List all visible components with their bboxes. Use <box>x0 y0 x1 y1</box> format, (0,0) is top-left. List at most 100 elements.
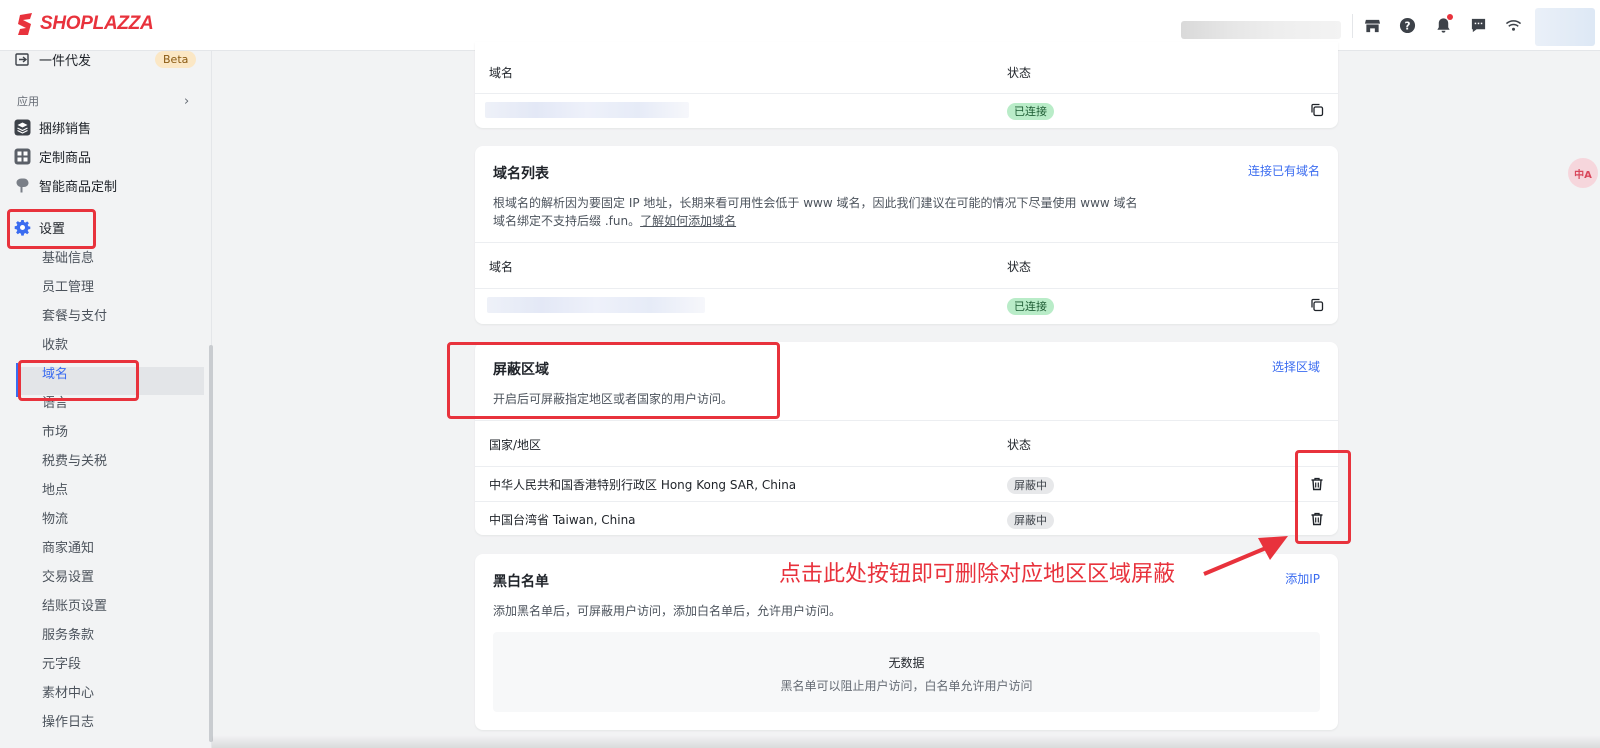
domain-list-card: 域名列表 连接已有域名 根域名的解析因为要固定 IP 地址，长期来看可用性会低于… <box>475 146 1338 324</box>
notification-dot <box>1447 14 1453 20</box>
card-title: 黑白名单 <box>493 574 549 590</box>
annotation-text: 点击此处按钮即可删除对应地区区域屏蔽 <box>779 562 1176 587</box>
message-icon[interactable] <box>1469 16 1487 34</box>
divider <box>475 288 1338 289</box>
store-name-redacted <box>1181 21 1341 39</box>
help-icon[interactable]: ? <box>1398 16 1416 34</box>
header-divider <box>1352 14 1353 38</box>
sidebar-subitem[interactable]: 素材中心 <box>0 677 204 705</box>
sidebar-subitem-label: 基础信息 <box>42 250 95 266</box>
status-badge: 已连接 <box>1007 298 1054 315</box>
sidebar-subitem[interactable]: 服务条款 <box>0 619 204 647</box>
sidebar-subitem[interactable]: 结账页设置 <box>0 590 204 618</box>
sidebar-subitem-label: 素材中心 <box>42 685 95 701</box>
connect-existing-domain-link[interactable]: 连接已有域名 <box>1248 162 1320 179</box>
sidebar-subitem[interactable]: 基础信息 <box>0 242 204 270</box>
sidebar-item-bundle[interactable]: 捆绑销售 <box>0 113 204 141</box>
sidebar-subitem[interactable]: 套餐与支付 <box>0 300 204 328</box>
annotation-arrow-icon <box>1203 536 1288 576</box>
card-description: 开启后可屏蔽指定地区或者国家的用户访问。 <box>493 392 734 406</box>
column-header-region: 国家/地区 <box>489 438 542 452</box>
sidebar-item-custom-product[interactable]: 定制商品 <box>0 142 204 170</box>
card-description-2: 域名绑定不支持后缀 .fun。了解如何添加域名 <box>493 212 736 229</box>
sidebar-item-label: 设置 <box>39 221 66 237</box>
column-header-status: 状态 <box>1007 66 1032 80</box>
status-badge: 屏蔽中 <box>1007 512 1054 529</box>
divider <box>475 501 1338 502</box>
sidebar-subitem[interactable]: 员工管理 <box>0 271 204 299</box>
copy-icon[interactable] <box>1309 297 1325 313</box>
sidebar-subitem[interactable]: 收款 <box>0 329 204 357</box>
sidebar-scrollbar[interactable] <box>209 345 213 742</box>
sidebar-subitem[interactable]: 操作日志 <box>0 706 204 734</box>
avatar[interactable] <box>1535 8 1595 46</box>
sidebar-subitem-label: 商家通知 <box>42 540 95 556</box>
sidebar-subitem[interactable]: 市场 <box>0 416 204 444</box>
sidebar-subitem[interactable]: 语言 <box>0 387 204 415</box>
wifi-icon[interactable] <box>1504 16 1522 34</box>
sidebar-subitem-label: 税费与关税 <box>42 453 108 469</box>
description-text: 域名绑定不支持后缀 .fun。 <box>493 214 641 228</box>
sidebar-group-label: 应用 <box>17 95 39 108</box>
column-header-status: 状态 <box>1007 260 1032 274</box>
sidebar-subitem[interactable]: 物流 <box>0 503 204 531</box>
brand-logo[interactable]: SHOPLAZZA <box>16 13 154 35</box>
dropship-icon <box>14 51 31 68</box>
sidebar-subitem-label: 套餐与支付 <box>42 308 108 324</box>
column-header-domain: 域名 <box>489 66 514 80</box>
sidebar-subitem-label: 操作日志 <box>42 714 95 730</box>
domain-value-redacted <box>485 102 689 118</box>
empty-state-description: 黑名单可以阻止用户访问，白名单允许用户访问 <box>780 679 1033 693</box>
sidebar-subitem[interactable]: 税费与关税 <box>0 445 204 473</box>
sidebar-item-label: 捆绑销售 <box>39 121 92 137</box>
card-description: 添加黑名单后，可屏蔽用户访问，添加白名单后，允许用户访问。 <box>493 604 842 618</box>
sidebar-subitem-label: 语言 <box>42 395 69 411</box>
card-title: 域名列表 <box>493 166 549 182</box>
sidebar: 一件代发 Beta 应用 › 捆绑销售 定制商品 智能商品定制 设置 基础信息 … <box>0 50 213 748</box>
sidebar-group-apps[interactable]: 应用 › <box>0 87 204 115</box>
sidebar-item-label: 一件代发 <box>39 53 92 69</box>
chevron-right-icon: › <box>184 93 190 109</box>
sidebar-item-settings[interactable]: 设置 <box>0 213 204 241</box>
sidebar-subitem-domain[interactable]: 域名 <box>0 358 204 386</box>
divider <box>475 242 1338 243</box>
sidebar-item-label: 智能商品定制 <box>39 179 118 195</box>
sidebar-subitem[interactable]: 商家通知 <box>0 532 204 560</box>
learn-add-domain-link[interactable]: 了解如何添加域名 <box>640 214 736 228</box>
region-name: 中国台湾省 Taiwan, China <box>489 513 636 527</box>
customize-icon <box>14 148 31 165</box>
sidebar-item-smart-custom[interactable]: 智能商品定制 <box>0 171 204 199</box>
card-description: 根域名的解析因为要固定 IP 地址，长期来看可用性会低于 www 域名，因此我们… <box>493 196 1138 210</box>
sidebar-subitem-label: 市场 <box>42 424 69 440</box>
empty-state: 无数据 黑名单可以阻止用户访问，白名单允许用户访问 <box>493 632 1320 712</box>
divider <box>475 420 1338 421</box>
delete-icon[interactable] <box>1309 511 1325 527</box>
brand-name: SHOPLAZZA <box>40 13 154 34</box>
status-badge: 已连接 <box>1007 103 1054 120</box>
translate-icon[interactable]: 中A <box>1568 158 1598 188</box>
copy-icon[interactable] <box>1309 102 1325 118</box>
sidebar-subitem[interactable]: 元字段 <box>0 648 204 676</box>
shoplazza-logo-icon <box>16 13 36 35</box>
card-title: 屏蔽区域 <box>493 362 549 378</box>
store-icon[interactable] <box>1363 16 1381 34</box>
sidebar-subitem-label: 元字段 <box>42 656 82 672</box>
sidebar-subitem-label: 交易设置 <box>42 569 95 585</box>
sidebar-item-dropshipping[interactable]: 一件代发 Beta <box>0 45 204 73</box>
sidebar-subitem-label: 结账页设置 <box>42 598 108 614</box>
sidebar-subitem-label: 物流 <box>42 511 69 527</box>
sidebar-item-label: 定制商品 <box>39 150 92 166</box>
sidebar-subitem-label: 域名 <box>42 366 69 382</box>
sidebar-subitem-label: 员工管理 <box>42 279 95 295</box>
sidebar-subitem[interactable]: 地点 <box>0 474 204 502</box>
sidebar-subitem-label: 收款 <box>42 337 69 353</box>
divider <box>475 93 1338 94</box>
sidebar-subitem[interactable]: 交易设置 <box>0 561 204 589</box>
add-ip-link[interactable]: 添加IP <box>1285 570 1320 587</box>
select-region-link[interactable]: 选择区域 <box>1272 358 1320 375</box>
column-header-status: 状态 <box>1007 438 1032 452</box>
domain-value-redacted <box>487 297 705 313</box>
delete-icon[interactable] <box>1309 476 1325 492</box>
sidebar-subitem-label: 服务条款 <box>42 627 95 643</box>
bell-icon[interactable] <box>1434 14 1453 34</box>
